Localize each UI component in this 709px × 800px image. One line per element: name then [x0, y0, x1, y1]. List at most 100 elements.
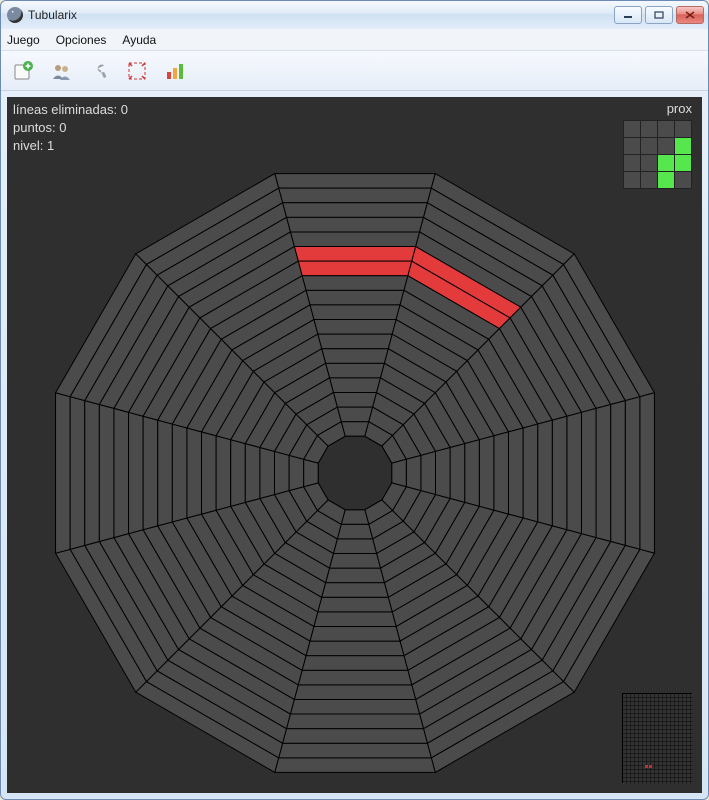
menu-juego[interactable]: Juego — [7, 33, 40, 47]
preview-cell — [658, 138, 674, 154]
board-cell — [298, 670, 412, 685]
toolbar — [1, 51, 708, 91]
menu-opciones[interactable]: Opciones — [56, 33, 107, 47]
board-cell — [306, 641, 404, 656]
board-cell — [435, 447, 450, 498]
board-cell — [450, 443, 465, 502]
board-center — [318, 436, 391, 509]
board-cell — [282, 728, 427, 743]
board-cell — [639, 393, 654, 553]
menu-ayuda[interactable]: Ayuda — [122, 33, 156, 47]
board-cell — [420, 451, 435, 494]
board-cell — [610, 400, 625, 545]
board-cell — [282, 203, 427, 218]
board-cell — [309, 626, 399, 641]
points-row: puntos: 0 — [13, 119, 128, 137]
game-area[interactable]: líneas eliminadas: 0 puntos: 0 nivel: 1 … — [7, 97, 702, 793]
board-cell — [278, 743, 431, 758]
new-game-icon — [12, 60, 34, 82]
board-cell — [286, 217, 423, 232]
board-cell — [406, 455, 421, 490]
board-cell — [290, 699, 419, 714]
resize-icon — [126, 60, 148, 82]
board-cell — [464, 440, 479, 507]
board-cell — [216, 436, 231, 510]
window-title: Tubularix — [28, 8, 614, 22]
board-cell — [325, 363, 384, 378]
board-cell — [289, 455, 304, 490]
preview-cell — [675, 121, 691, 137]
level-value: 1 — [47, 138, 54, 153]
players-button[interactable] — [45, 56, 77, 86]
board-cell — [317, 334, 391, 349]
preview-cell — [675, 138, 691, 154]
board-cell — [523, 424, 538, 522]
board-cell — [313, 612, 395, 627]
board-cell — [306, 290, 404, 305]
board-cell — [329, 378, 380, 393]
board-cell — [245, 443, 260, 502]
stats-panel: líneas eliminadas: 0 puntos: 0 nivel: 1 — [13, 101, 128, 155]
board-cell — [341, 510, 368, 525]
close-button[interactable] — [676, 6, 704, 24]
board-cell — [143, 416, 158, 530]
board-cell — [55, 393, 70, 553]
minimize-button[interactable] — [614, 6, 642, 24]
board-cell — [157, 420, 172, 526]
mini-piece-dot — [645, 765, 648, 768]
bar-chart-icon — [164, 60, 186, 82]
board-cell — [596, 404, 611, 541]
maximize-button[interactable] — [645, 6, 673, 24]
preview-cell — [624, 138, 640, 154]
board-cell — [329, 553, 380, 568]
board-cell — [303, 459, 318, 486]
app-icon — [7, 7, 23, 23]
board-cell — [230, 440, 245, 507]
board-cell — [537, 420, 552, 526]
new-game-button[interactable] — [7, 56, 39, 86]
active-piece-cell — [294, 246, 415, 261]
board-cell — [274, 451, 289, 494]
board-cell — [337, 407, 372, 422]
board-cell — [274, 758, 434, 773]
board-cell — [70, 397, 85, 550]
board-cell — [333, 539, 376, 554]
board-cell — [259, 447, 274, 498]
preview-cell — [675, 155, 691, 171]
board-cell — [302, 655, 408, 670]
board-cell — [201, 432, 216, 514]
titlebar[interactable]: Tubularix — [1, 1, 708, 29]
lines-row: líneas eliminadas: 0 — [13, 101, 128, 119]
wrench-icon — [88, 60, 110, 82]
circular-board[interactable] — [35, 153, 675, 793]
board-cell — [337, 524, 372, 539]
board-cell — [286, 714, 423, 729]
board-cell — [317, 597, 391, 612]
board-cell — [341, 422, 368, 437]
board-cell — [113, 408, 128, 537]
board-cell — [508, 428, 523, 518]
stats-button[interactable] — [159, 56, 191, 86]
mini-overview-grid-icon — [623, 694, 693, 784]
settings-button[interactable] — [83, 56, 115, 86]
board-cell — [172, 424, 187, 522]
menubar: Juego Opciones Ayuda — [1, 29, 708, 51]
active-piece-cell — [298, 261, 412, 276]
board-cell — [128, 412, 143, 533]
preview-cell — [658, 121, 674, 137]
board-cell — [302, 276, 408, 291]
preview-cell — [641, 138, 657, 154]
preview-cell — [675, 172, 691, 188]
board-cell — [294, 685, 415, 700]
board-cell — [99, 404, 114, 541]
board-cell — [186, 428, 201, 518]
board-cell — [479, 436, 494, 510]
resize-button[interactable] — [121, 56, 153, 86]
board-cell — [290, 232, 419, 247]
points-value: 0 — [59, 120, 66, 135]
board-cell — [625, 397, 640, 550]
points-label: puntos: — [13, 120, 56, 135]
board-cell — [321, 349, 388, 364]
board-cell — [552, 416, 567, 530]
board-cell — [581, 408, 596, 537]
